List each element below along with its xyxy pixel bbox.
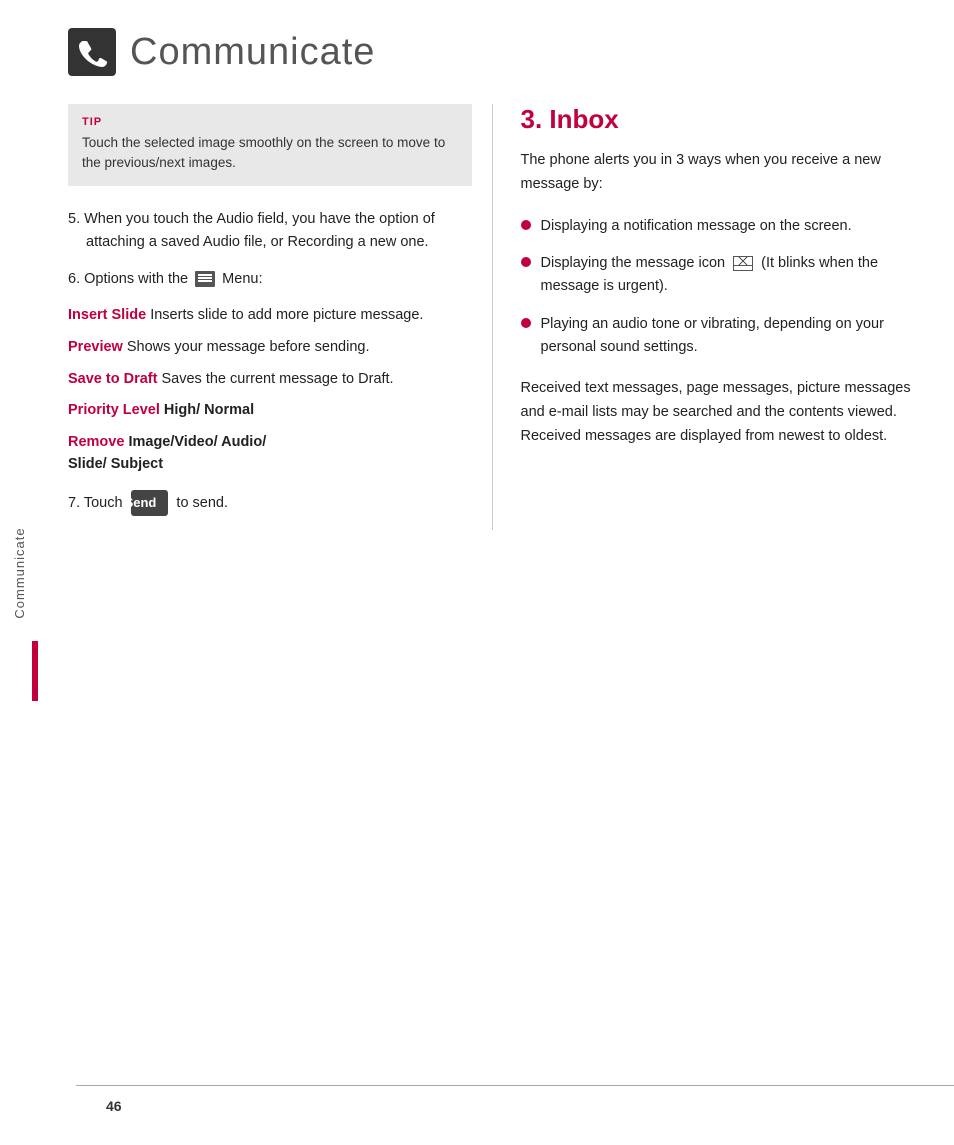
step-7: 7. Touch Send to send.: [68, 490, 472, 517]
envelope-icon: [733, 256, 753, 271]
tip-text: Touch the selected image smoothly on the…: [82, 133, 458, 174]
insert-slide-keyword: Insert Slide: [68, 307, 146, 323]
step-5-text: When you touch the Audio field, you have…: [84, 211, 435, 250]
page-header: Communicate: [38, 0, 954, 94]
preview-keyword: Preview: [68, 339, 123, 355]
tip-box: TIP Touch the selected image smoothly on…: [68, 104, 472, 186]
content-columns: TIP Touch the selected image smoothly on…: [38, 94, 954, 530]
priority-level-value: High/ Normal: [164, 402, 254, 418]
send-button-label: Send: [131, 490, 169, 517]
page-footer: 46: [76, 1085, 954, 1115]
bullet-dot: [521, 257, 531, 267]
main-content: Communicate TIP Touch the selected image…: [38, 0, 954, 1145]
bullet-2-text: Displaying the message icon (It blinks w…: [541, 252, 925, 298]
priority-level-keyword: Priority Level: [68, 402, 160, 418]
step-7-number: 7.: [68, 495, 84, 511]
save-to-draft-keyword: Save to Draft: [68, 371, 157, 387]
page-title: Communicate: [130, 31, 375, 74]
bullet-dot: [521, 220, 531, 230]
step-6-text-after: Menu:: [222, 271, 262, 287]
remove-keyword: Remove: [68, 434, 124, 450]
step-6-number: 6.: [68, 271, 84, 287]
sidebar-label: Communicate: [12, 527, 27, 618]
communicate-icon: [68, 28, 116, 76]
step-7-text-after: to send.: [176, 495, 228, 511]
phone-svg-icon: [77, 37, 107, 67]
bullet-list: Displaying a notification message on the…: [521, 215, 925, 359]
bullet-dot: [521, 318, 531, 328]
menu-insert-slide: Insert Slide Inserts slide to add more p…: [68, 305, 472, 327]
left-column: TIP Touch the selected image smoothly on…: [38, 104, 493, 530]
step-6: 6. Options with the Menu:: [68, 268, 472, 291]
step-5-number: 5.: [68, 211, 84, 227]
step-7-text-before: Touch: [84, 495, 123, 511]
list-item: Playing an audio tone or vibrating, depe…: [521, 313, 925, 359]
menu-preview: Preview Shows your message before sendin…: [68, 337, 472, 359]
preview-text: Shows your message before sending.: [127, 339, 370, 355]
list-item: Displaying the message icon (It blinks w…: [521, 252, 925, 298]
step-5: 5. When you touch the Audio field, you h…: [68, 208, 472, 254]
section-intro: The phone alerts you in 3 ways when you …: [521, 149, 925, 197]
menu-icon: [195, 271, 215, 287]
tip-label: TIP: [82, 116, 458, 128]
page-number: 46: [106, 1098, 122, 1114]
right-column: 3. Inbox The phone alerts you in 3 ways …: [493, 104, 954, 530]
bullet-3-text: Playing an audio tone or vibrating, depe…: [541, 313, 925, 359]
sidebar: Communicate: [0, 0, 38, 1145]
insert-slide-text: Inserts slide to add more picture messag…: [150, 307, 423, 323]
menu-save-to-draft: Save to Draft Saves the current message …: [68, 369, 472, 391]
menu-priority-level: Priority Level High/ Normal: [68, 400, 472, 422]
section-paragraph: Received text messages, page messages, p…: [521, 377, 925, 449]
list-item: Displaying a notification message on the…: [521, 215, 925, 238]
save-to-draft-text: Saves the current message to Draft.: [161, 371, 393, 387]
section-title: 3. Inbox: [521, 104, 925, 135]
bullet-1-text: Displaying a notification message on the…: [541, 215, 852, 238]
menu-remove: Remove Image/Video/ Audio/Slide/ Subject: [68, 432, 472, 476]
step-6-text-before: Options with the: [84, 271, 188, 287]
